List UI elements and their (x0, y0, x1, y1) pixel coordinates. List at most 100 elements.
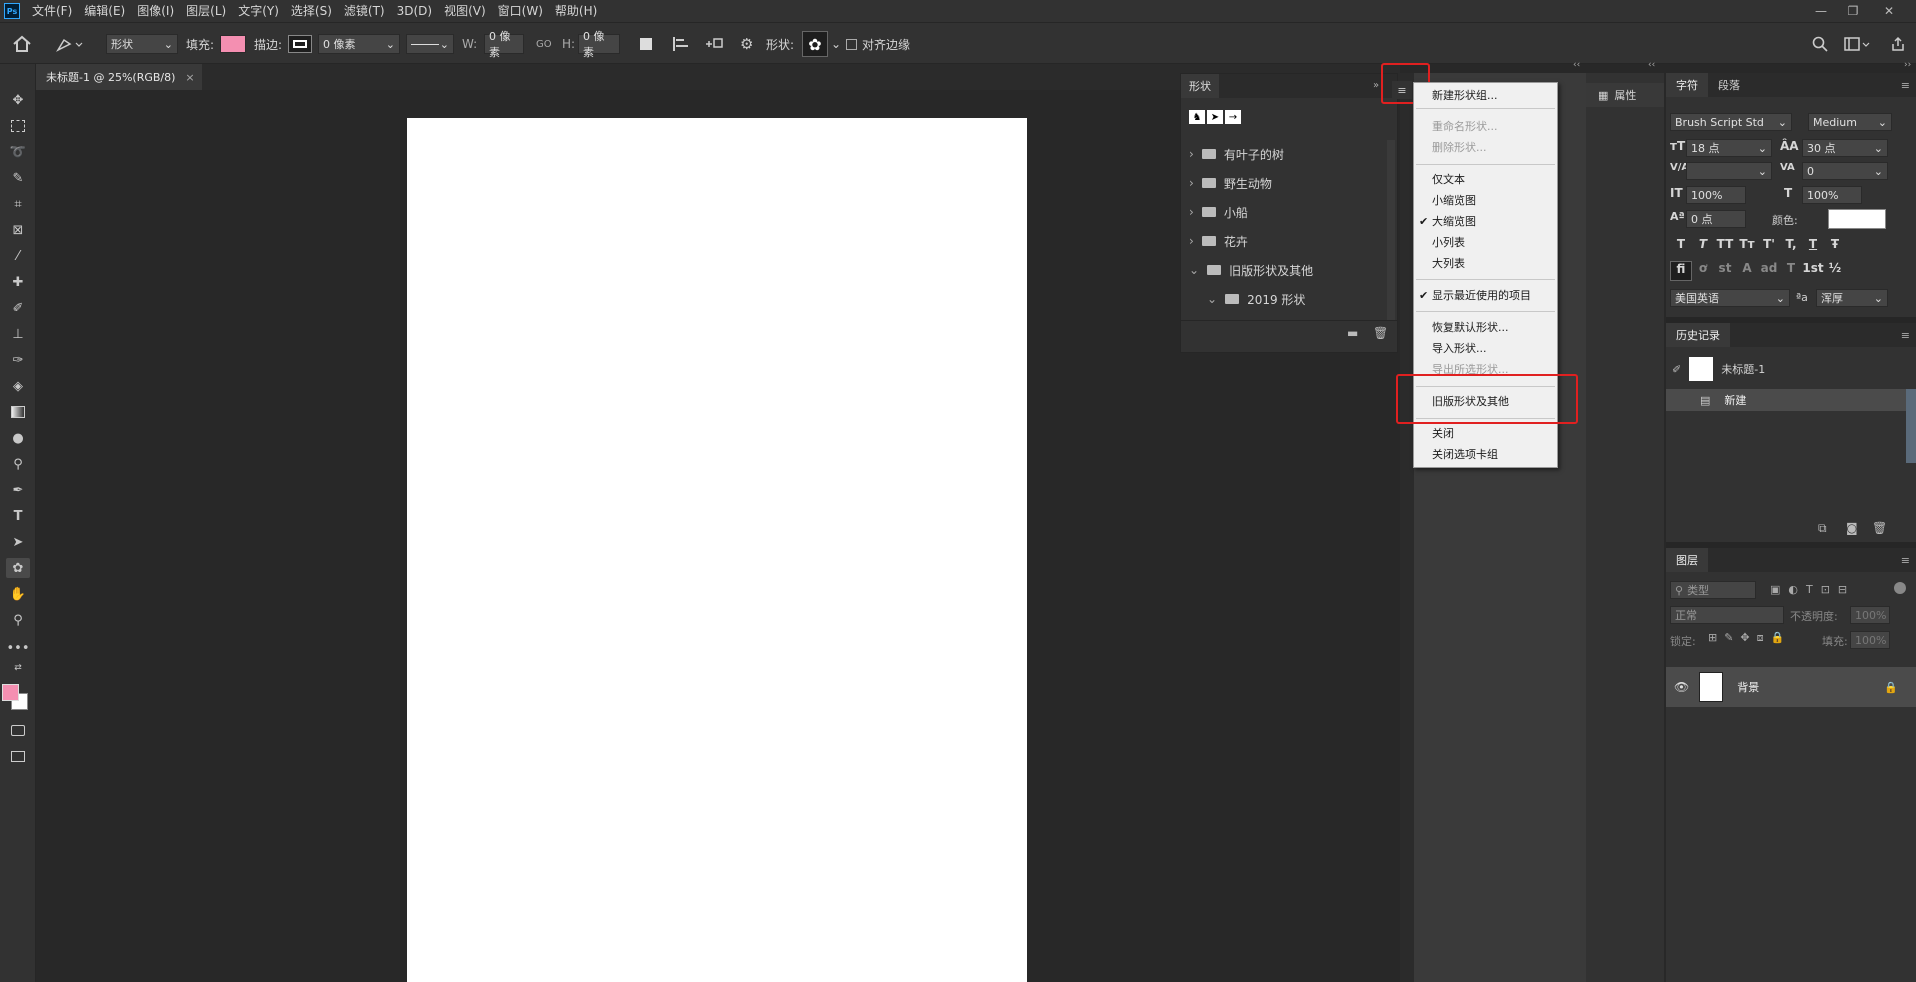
menu-text-only[interactable]: 仅文本 (1414, 169, 1557, 189)
new-folder-icon[interactable]: ▬ (1347, 326, 1358, 340)
ornaments-icon[interactable]: T (1780, 261, 1802, 281)
minimize-button[interactable]: — (1806, 0, 1836, 22)
menu-3d[interactable]: 3D(D) (391, 0, 438, 22)
font-size-select[interactable]: 18 点 ⌄ (1686, 139, 1772, 157)
menu-import-shapes[interactable]: 导入形状... (1414, 338, 1557, 358)
type-tool-icon[interactable]: T (6, 506, 30, 526)
move-tool-icon[interactable]: ✥ (6, 90, 30, 110)
horizontal-scale-input[interactable]: 100% (1802, 186, 1862, 204)
clone-stamp-tool-icon[interactable]: ⊥ (6, 324, 30, 344)
fill-input[interactable]: 100% (1850, 631, 1890, 649)
pen-tool-preset-icon[interactable] (56, 23, 84, 65)
panel-menu-icon[interactable]: ≡ (1901, 79, 1910, 92)
menu-close[interactable]: 关闭 (1414, 423, 1557, 443)
trash-icon[interactable]: 🗑 (1872, 521, 1887, 535)
shape-folder[interactable]: › 小船 (1181, 198, 1395, 226)
properties-panel-button[interactable]: ▦ 属性 (1586, 83, 1664, 107)
new-document-from-state-icon[interactable]: ⧉ (1818, 521, 1827, 536)
shape-folder[interactable]: › 有叶子的树 (1181, 140, 1395, 168)
strikethrough-icon[interactable]: Ŧ (1824, 237, 1846, 251)
tab-paragraph[interactable]: 段落 (1708, 73, 1750, 97)
shape-folder[interactable]: ⌄ 旧版形状及其他 (1181, 256, 1395, 284)
custom-shape-tool-icon[interactable]: ✿ (6, 558, 30, 578)
menu-new-shape-group[interactable]: 新建形状组... (1414, 85, 1557, 105)
ligatures-icon[interactable]: fi (1670, 261, 1692, 281)
menu-edit[interactable]: 编辑(E) (78, 0, 131, 22)
animal-shape-icon[interactable]: ♞ (1189, 110, 1205, 124)
faux-italic-icon[interactable]: T (1692, 237, 1714, 251)
stroke-width-select[interactable]: 0 像素 ⌄ (318, 34, 400, 54)
layer-filter-icons[interactable]: ▣◐T⊡⊟ (1770, 583, 1855, 596)
all-caps-icon[interactable]: TT (1714, 237, 1736, 251)
path-operations-icon[interactable] (640, 23, 652, 65)
menu-select[interactable]: 选择(S) (285, 0, 338, 22)
opacity-input[interactable]: 100% (1850, 606, 1890, 624)
eraser-tool-icon[interactable]: ◈ (6, 376, 30, 396)
fill-color-swatch[interactable] (220, 35, 246, 53)
width-input[interactable]: 0 像素 (484, 30, 524, 59)
shape-picker[interactable]: ✿ ⌄ (802, 23, 841, 65)
menu-small-thumbnail[interactable]: 小缩览图 (1414, 190, 1557, 210)
home-icon[interactable] (12, 23, 32, 65)
document-canvas[interactable] (407, 118, 1027, 982)
hand-tool-icon[interactable]: ✋ (6, 584, 30, 604)
menu-close-tab-group[interactable]: 关闭选项卡组 (1414, 444, 1557, 464)
shape-folder[interactable]: › 野生动物 (1181, 169, 1395, 197)
small-caps-icon[interactable]: Tт (1736, 237, 1758, 251)
healing-brush-tool-icon[interactable]: ✚ (6, 272, 30, 292)
tab-character[interactable]: 字符 (1666, 73, 1708, 97)
screen-mode-icon[interactable] (6, 746, 30, 766)
eye-icon[interactable]: 👁 (1674, 680, 1689, 694)
tracking-select[interactable]: 0 ⌄ (1802, 162, 1888, 180)
share-icon[interactable] (1890, 23, 1906, 65)
menu-image[interactable]: 图像(I) (131, 0, 180, 22)
language-select[interactable]: 美国英语 ⌄ (1670, 289, 1790, 307)
quick-selection-tool-icon[interactable]: ✎ (6, 168, 30, 188)
tool-mode-select[interactable]: 形状 ⌄ (106, 34, 178, 54)
old-style-icon[interactable]: ơ (1692, 261, 1714, 281)
tab-history[interactable]: 历史记录 (1666, 323, 1730, 347)
text-color-swatch[interactable] (1828, 209, 1886, 229)
height-input[interactable]: 0 像素 (578, 30, 620, 59)
history-snapshot[interactable]: ✐ 未标题-1 (1666, 353, 1916, 385)
lasso-tool-icon[interactable]: ➰ (6, 142, 30, 162)
antialias-select[interactable]: 浑厚 ⌄ (1816, 289, 1888, 307)
camera-icon[interactable]: ◙ (1846, 521, 1858, 535)
shapes-scrollbar[interactable] (1387, 140, 1395, 320)
trash-icon[interactable]: 🗑 (1373, 326, 1388, 340)
menu-window[interactable]: 窗口(W) (492, 0, 549, 22)
document-tab[interactable]: 未标题-1 @ 25%(RGB/8) × (36, 64, 202, 90)
history-scrollbar[interactable] (1906, 389, 1916, 463)
shape-folder[interactable]: ⌄ 2019 形状 (1181, 285, 1395, 313)
underline-icon[interactable]: T (1802, 237, 1824, 251)
menu-large-thumbnail[interactable]: ✔ 大缩览图 (1414, 211, 1557, 231)
arrow-shape-icon[interactable]: ➤ (1207, 110, 1223, 124)
crop-tool-icon[interactable]: ⌗ (6, 194, 30, 214)
layer-filter-select[interactable]: ⚲ 类型 (1670, 581, 1756, 599)
filter-toggle[interactable] (1894, 582, 1906, 594)
shapes-panel-tab[interactable]: 形状 (1181, 74, 1219, 98)
expand-panels-icon[interactable]: ›› (1904, 60, 1911, 70)
history-step[interactable]: ▤ 新建 (1666, 389, 1906, 411)
workspace-icon[interactable] (1844, 23, 1870, 65)
tab-layers[interactable]: 图层 (1666, 548, 1708, 572)
stroke-type-select[interactable]: ⌄ (406, 34, 454, 54)
eyedropper-tool-icon[interactable]: ⁄ (6, 246, 30, 266)
faux-bold-icon[interactable]: T (1670, 237, 1692, 251)
leading-select[interactable]: 30 点 ⌄ (1802, 139, 1888, 157)
collapse-icon[interactable]: » (1373, 80, 1379, 91)
fractions-icon[interactable]: ½ (1824, 261, 1846, 281)
quick-mask-icon[interactable] (6, 720, 30, 740)
ordinals-icon[interactable]: 1st (1802, 261, 1824, 281)
titling-alternates-icon[interactable]: ad (1758, 261, 1780, 281)
path-alignment-icon[interactable] (672, 23, 690, 65)
menu-help[interactable]: 帮助(H) (549, 0, 603, 22)
history-brush-tool-icon[interactable]: ✑ (6, 350, 30, 370)
kerning-select[interactable]: ⌄ (1686, 162, 1772, 180)
pen-tool-icon[interactable]: ✒ (6, 480, 30, 500)
panel-menu-icon[interactable]: ≡ (1901, 554, 1910, 567)
menu-small-list[interactable]: 小列表 (1414, 232, 1557, 252)
restore-button[interactable]: ❐ (1838, 0, 1868, 22)
menu-filter[interactable]: 滤镜(T) (338, 0, 391, 22)
menu-show-recent[interactable]: ✔ 显示最近使用的项目 (1414, 285, 1557, 305)
